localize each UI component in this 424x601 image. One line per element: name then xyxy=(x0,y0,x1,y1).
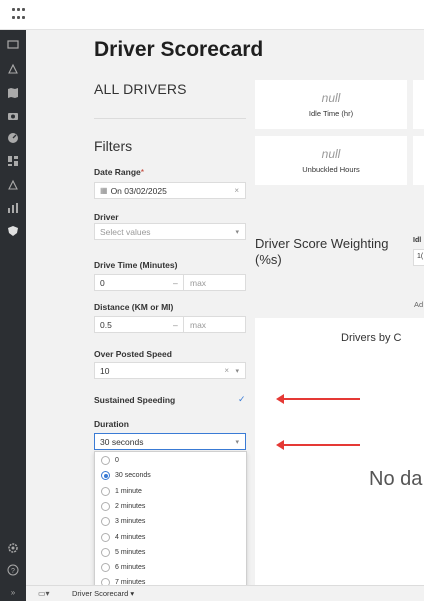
radio-selected-icon xyxy=(101,471,110,480)
add-weight-label: Ad xyxy=(414,300,424,309)
duration-option[interactable]: 4 minutes xyxy=(101,530,145,545)
folder-settings-icon[interactable]: ▭▾ xyxy=(38,589,50,598)
duration-option[interactable]: 1 minute xyxy=(101,484,142,499)
radio-icon xyxy=(101,456,110,465)
map-icon[interactable] xyxy=(6,86,20,100)
distance-range[interactable]: 0.5 – max xyxy=(94,316,246,333)
unbuckled-hours-value: null xyxy=(321,147,341,161)
radio-icon xyxy=(101,517,110,526)
unbuckled-hours-card: null Unbuckled Hours xyxy=(255,136,407,185)
chevron-down-icon: ▾ xyxy=(235,367,239,375)
red-arrow-annotation xyxy=(276,440,360,450)
date-range-label: Date Range* xyxy=(94,167,145,177)
page-title: Driver Scorecard xyxy=(94,38,264,61)
clear-speed-icon[interactable]: × xyxy=(224,366,229,375)
over-posted-speed-label: Over Posted Speed xyxy=(94,349,172,359)
radio-icon xyxy=(101,487,110,496)
all-drivers-heading: ALL DRIVERS xyxy=(94,81,187,97)
calendar-icon: ▦ xyxy=(100,186,108,195)
help-icon[interactable]: ? xyxy=(6,563,20,577)
driver-label: Driver xyxy=(94,212,119,222)
sustained-speeding-checkbox[interactable]: ✓ xyxy=(238,394,246,405)
chevron-down-icon: ▾ xyxy=(235,228,239,236)
camera-icon[interactable] xyxy=(6,109,20,123)
idle-time-value: null xyxy=(321,91,341,105)
idle-weight-label: Idl xyxy=(413,237,422,244)
duration-label: Duration xyxy=(94,419,129,429)
shield-icon[interactable] xyxy=(6,224,20,238)
drive-time-label: Drive Time (Minutes) xyxy=(94,260,178,270)
duration-option[interactable]: 6 minutes xyxy=(101,560,145,575)
rocket-outline-icon[interactable] xyxy=(6,178,20,192)
gear-icon[interactable] xyxy=(6,541,20,555)
duration-option[interactable]: 5 minutes xyxy=(101,545,145,560)
duration-option[interactable]: 2 minutes xyxy=(101,499,145,514)
rocket-icon[interactable] xyxy=(6,62,20,76)
unbuckled-hours-label: Unbuckled Hours xyxy=(302,165,360,174)
gauge-icon[interactable] xyxy=(6,131,20,145)
chevron-down-icon: ▾ xyxy=(235,438,239,446)
metric-card-partial xyxy=(413,136,424,185)
expand-sidebar-icon[interactable]: » xyxy=(0,585,26,601)
dashboard-tab[interactable]: Driver Scorecard ▾ xyxy=(72,589,134,598)
duration-option[interactable]: 3 minutes xyxy=(101,514,145,529)
top-bar xyxy=(0,0,424,30)
duration-option[interactable]: 30 seconds xyxy=(101,468,151,483)
bottom-tab-bar: ▭▾ Driver Scorecard ▾ xyxy=(26,585,424,601)
driver-select[interactable]: Select values ▾ xyxy=(94,223,246,240)
date-range-field[interactable]: ▦ On 03/02/2025 × xyxy=(94,182,246,199)
filters-title: Filters xyxy=(94,138,133,154)
drivers-chart-panel: Drivers by C No da xyxy=(255,318,424,585)
radio-icon xyxy=(101,548,110,557)
svg-text:?: ? xyxy=(11,568,15,575)
red-arrow-annotation xyxy=(276,394,360,404)
radio-icon xyxy=(101,563,110,572)
apps-grid-icon[interactable] xyxy=(12,8,26,22)
clear-date-icon[interactable]: × xyxy=(234,186,239,195)
drive-time-range[interactable]: 0 – max xyxy=(94,274,246,291)
monitor-icon[interactable] xyxy=(6,38,20,52)
left-sidebar: ? xyxy=(0,30,26,601)
over-posted-speed-select[interactable]: 10 × ▾ xyxy=(94,362,246,379)
duration-option[interactable]: 0 xyxy=(101,453,119,468)
radio-icon xyxy=(101,502,110,511)
duration-dropdown-menu: 0 30 seconds 1 minute 2 minutes 3 minute… xyxy=(94,451,247,591)
duration-select[interactable]: 30 seconds ▾ xyxy=(94,433,246,450)
idle-time-card: null Idle Time (hr) xyxy=(255,80,407,129)
no-data-message: No da xyxy=(369,468,423,490)
sustained-speeding-label: Sustained Speeding xyxy=(94,395,176,405)
chart-title: Drivers by C xyxy=(341,332,402,344)
distance-label: Distance (KM or MI) xyxy=(94,302,174,312)
idle-weight-input[interactable]: 1( xyxy=(413,249,424,266)
score-weighting-title: Driver Score Weighting (%s) xyxy=(255,236,389,267)
divider xyxy=(94,118,246,119)
radio-icon xyxy=(101,533,110,542)
bar-chart-icon[interactable] xyxy=(6,201,20,215)
metric-card-partial xyxy=(413,80,424,129)
dashboard-icon[interactable] xyxy=(6,154,20,168)
chevron-down-icon: ▾ xyxy=(130,589,135,598)
idle-time-label: Idle Time (hr) xyxy=(308,109,354,118)
